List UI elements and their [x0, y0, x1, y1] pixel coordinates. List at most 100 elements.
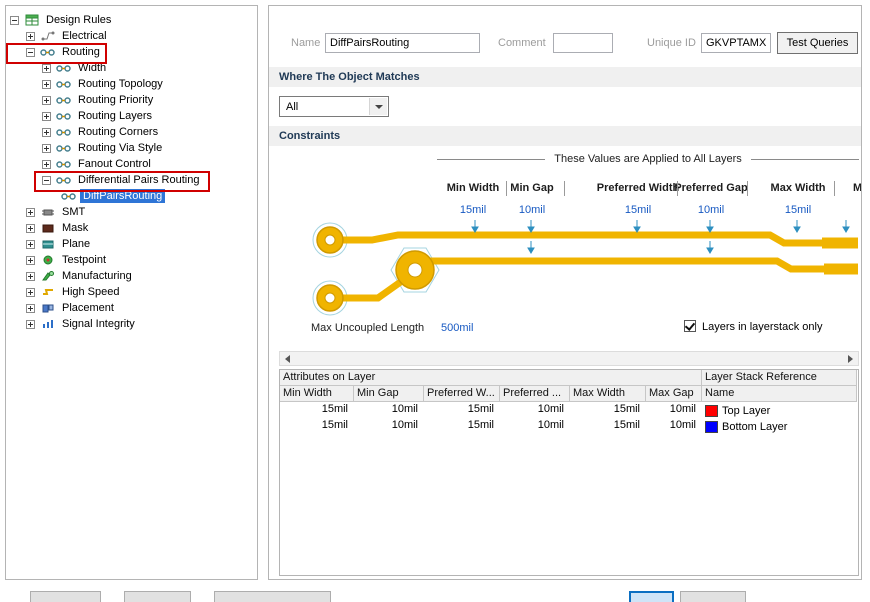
- tree-expand-toggle[interactable]: [26, 303, 35, 313]
- cell-min-gap[interactable]: 10mil: [354, 418, 424, 434]
- tree-item-label: Testpoint: [62, 254, 107, 266]
- scroll-right-arrow[interactable]: [843, 352, 858, 365]
- tree-expand-toggle[interactable]: [26, 207, 35, 217]
- tree-item-label: Routing Topology: [78, 78, 163, 90]
- tree-expand-toggle[interactable]: [26, 223, 35, 233]
- col-max-width[interactable]: Max Width: [570, 386, 646, 402]
- min-gap-value[interactable]: 10mil: [519, 204, 545, 216]
- tree-item-testpoint[interactable]: Testpoint: [6, 252, 257, 268]
- tree-expand-toggle[interactable]: [42, 95, 51, 105]
- tree-expand-toggle[interactable]: [10, 15, 19, 25]
- dialog-button[interactable]: [214, 591, 331, 602]
- column-separator: [747, 181, 748, 196]
- tree-expand-toggle[interactable]: [26, 239, 35, 249]
- unique-id-input[interactable]: [701, 33, 771, 53]
- tree-item-routing[interactable]: Routing: [6, 44, 257, 60]
- comment-input[interactable]: [553, 33, 613, 53]
- cell-preferred-gap[interactable]: 10mil: [500, 418, 570, 434]
- dialog-button[interactable]: [124, 591, 191, 602]
- tree-expand-toggle[interactable]: [26, 271, 35, 281]
- tree-expand-toggle[interactable]: [26, 319, 35, 329]
- min-width-value[interactable]: 15mil: [460, 204, 486, 216]
- tree-item-label: DiffPairsRouting: [80, 189, 166, 203]
- scroll-left-arrow[interactable]: [280, 352, 295, 365]
- routing-rule-icon: [55, 78, 72, 90]
- tree-expand-toggle[interactable]: [42, 175, 51, 185]
- tree-item-design-rules[interactable]: Design Rules: [6, 12, 257, 28]
- tree-expand-toggle[interactable]: [26, 31, 35, 41]
- tree-expand-toggle[interactable]: [42, 159, 51, 169]
- cell-max-gap[interactable]: 10mil: [646, 402, 702, 418]
- note-left-line: [437, 158, 546, 160]
- table-row-bottom-layer[interactable]: 15mil 10mil 15mil 10mil 15mil 10mil Bott…: [280, 418, 858, 434]
- preferred-width-value[interactable]: 15mil: [625, 204, 651, 216]
- tree-item-signal-integrity[interactable]: Signal Integrity: [6, 316, 257, 332]
- tree-item-placement[interactable]: Placement: [6, 300, 257, 316]
- max-uncoupled-length-value[interactable]: 500mil: [441, 322, 473, 334]
- col-min-gap[interactable]: Min Gap: [354, 386, 424, 402]
- table-row-top-layer[interactable]: 15mil 10mil 15mil 10mil 15mil 10mil Top …: [280, 402, 858, 418]
- cell-min-gap[interactable]: 10mil: [354, 402, 424, 418]
- cell-max-gap[interactable]: 10mil: [646, 418, 702, 434]
- cell-min-width[interactable]: 15mil: [280, 418, 354, 434]
- tree-item-width[interactable]: Width: [6, 60, 257, 76]
- test-queries-button[interactable]: Test Queries: [777, 32, 858, 54]
- dialog-button-focused[interactable]: [629, 591, 674, 602]
- unique-id-label: Unique ID: [647, 37, 696, 49]
- rule-editor-panel: Name Comment Unique ID Test Queries Wher…: [268, 5, 862, 580]
- tree-item-label: Electrical: [62, 30, 107, 42]
- tree-item-routing-topology[interactable]: Routing Topology: [6, 76, 257, 92]
- cell-preferred-gap[interactable]: 10mil: [500, 402, 570, 418]
- tree-item-electrical[interactable]: Electrical: [6, 28, 257, 44]
- tree-item-manufacturing[interactable]: Manufacturing: [6, 268, 257, 284]
- scope-dropdown-value: All: [286, 100, 299, 113]
- tree-item-plane[interactable]: Plane: [6, 236, 257, 252]
- tree-expand-toggle[interactable]: [26, 287, 35, 297]
- tree-item-mask[interactable]: Mask: [6, 220, 257, 236]
- cell-layer-name[interactable]: Top Layer: [702, 402, 857, 418]
- tree-expand-toggle[interactable]: [26, 255, 35, 265]
- dialog-button[interactable]: [680, 591, 746, 602]
- tree-expand-toggle[interactable]: [42, 63, 51, 73]
- tree-expand-toggle[interactable]: [42, 143, 51, 153]
- tree-item-smt[interactable]: SMT: [6, 204, 257, 220]
- col-name[interactable]: Name: [702, 386, 857, 402]
- table-group-header-row: Attributes on Layer Layer Stack Referenc…: [280, 370, 858, 386]
- col-preferred-width[interactable]: Preferred W...: [424, 386, 500, 402]
- tree-expand-toggle[interactable]: [42, 79, 51, 89]
- preferred-gap-value[interactable]: 10mil: [698, 204, 724, 216]
- tree-item-high-speed[interactable]: High Speed: [6, 284, 257, 300]
- cell-preferred-width[interactable]: 15mil: [424, 402, 500, 418]
- tree-item-diffpairsrouting[interactable]: DiffPairsRouting: [6, 188, 257, 204]
- where-section-header: Where The Object Matches: [269, 67, 861, 87]
- cell-layer-name[interactable]: Bottom Layer: [702, 418, 857, 434]
- tree-item-label: Manufacturing: [62, 270, 132, 282]
- checkbox-checked-icon[interactable]: [684, 320, 696, 332]
- tree-expand-toggle[interactable]: [42, 111, 51, 121]
- col-max-gap[interactable]: Max Gap: [646, 386, 702, 402]
- layerstack-only-checkbox[interactable]: Layers in layerstack only: [684, 320, 822, 333]
- chevron-down-icon[interactable]: [369, 98, 387, 115]
- cell-max-width[interactable]: 15mil: [570, 402, 646, 418]
- rule-name-input[interactable]: [325, 33, 480, 53]
- tree-item-routing-corners[interactable]: Routing Corners: [6, 124, 257, 140]
- tree-item-differential-pairs-routing[interactable]: Differential Pairs Routing: [6, 172, 257, 188]
- dialog-button[interactable]: [30, 591, 101, 602]
- tree-item-routing-via-style[interactable]: Routing Via Style: [6, 140, 257, 156]
- col-preferred-gap[interactable]: Preferred ...: [500, 386, 570, 402]
- tree-item-label: Signal Integrity: [62, 318, 135, 330]
- column-separator: [564, 181, 565, 196]
- cell-preferred-width[interactable]: 15mil: [424, 418, 500, 434]
- col-min-width[interactable]: Min Width: [280, 386, 354, 402]
- tree-expand-toggle[interactable]: [42, 127, 51, 137]
- scope-dropdown[interactable]: All: [279, 96, 389, 117]
- tree-item-routing-priority[interactable]: Routing Priority: [6, 92, 257, 108]
- cell-max-width[interactable]: 15mil: [570, 418, 646, 434]
- routing-rule-icon: [60, 190, 77, 202]
- horizontal-scrollbar[interactable]: [279, 351, 859, 366]
- tree-item-routing-layers[interactable]: Routing Layers: [6, 108, 257, 124]
- max-width-value[interactable]: 15mil: [785, 204, 811, 216]
- cell-min-width[interactable]: 15mil: [280, 402, 354, 418]
- tree-expand-toggle[interactable]: [26, 47, 35, 57]
- tree-item-fanout-control[interactable]: Fanout Control: [6, 156, 257, 172]
